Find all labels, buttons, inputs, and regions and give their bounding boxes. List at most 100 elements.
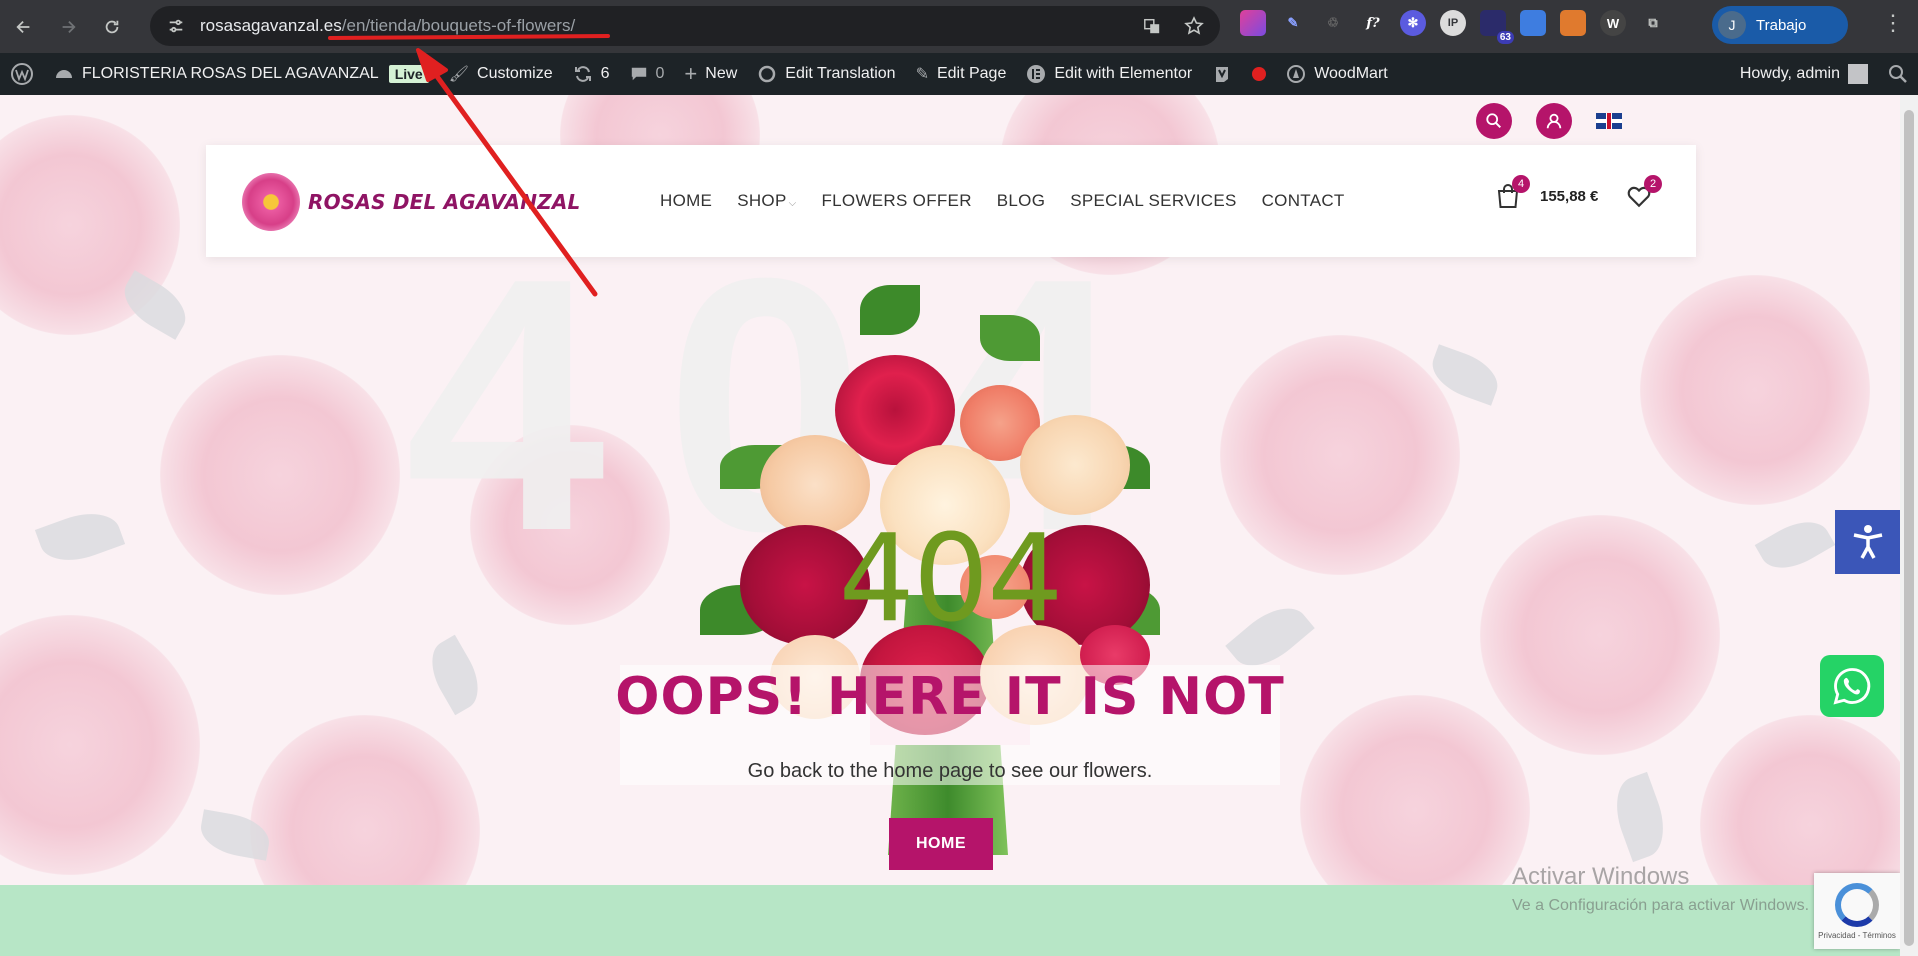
w-extension-icon[interactable]: W	[1600, 10, 1626, 36]
fox-extension-icon[interactable]	[1560, 10, 1586, 36]
error-subtitle: Go back to the home page to see our flow…	[747, 760, 1153, 782]
ip-extension-icon[interactable]: IP	[1440, 10, 1466, 36]
site-info-icon[interactable]	[162, 12, 190, 40]
menu-item-blog[interactable]: BLOG	[997, 191, 1045, 211]
wp-admin-bar: FLORISTERIA ROSAS DEL AGAVANZAL Live 🖌 C…	[0, 53, 1918, 95]
chevron-down-icon: ⌵	[788, 198, 797, 209]
recaptcha-icon	[1835, 882, 1879, 927]
activate-subtitle: Ve a Configuración para activar Windows.	[1512, 897, 1810, 914]
scrollbar-thumb[interactable]	[1904, 110, 1914, 946]
main-menu: HOME SHOP ⌵ FLOWERS OFFER BLOG SPECIAL SE…	[660, 145, 1345, 257]
back-button[interactable]	[4, 7, 44, 47]
wp-edit-translation[interactable]: Edit Translation	[747, 53, 905, 95]
search-icon[interactable]	[1476, 103, 1512, 139]
elementor-icon	[1026, 64, 1046, 84]
account-icon[interactable]	[1536, 103, 1572, 139]
brush-icon: 🖌	[448, 66, 470, 83]
wp-edit-page[interactable]: ✎ Edit Page	[906, 53, 1017, 95]
wp-new-label: New	[705, 65, 738, 82]
cart-count-badge: 4	[1512, 175, 1530, 193]
page-content: 404 ROSAS DEL AGAVANZAL HOME SHOP ⌵ FLOWE…	[0, 95, 1900, 956]
site-logo[interactable]: ROSAS DEL AGAVANZAL	[242, 173, 581, 231]
wishlist-count-badge: 2	[1644, 175, 1662, 193]
wp-search-icon[interactable]	[1878, 53, 1918, 95]
wp-site-name-label: FLORISTERIA ROSAS DEL AGAVANZAL	[82, 65, 379, 82]
menu-item-shop[interactable]: SHOP ⌵	[737, 191, 796, 211]
translate-icon[interactable]	[1138, 12, 1166, 40]
recaptcha-badge[interactable]: Privacidad - Términos	[1814, 873, 1900, 949]
wishlist-heart-icon[interactable]: 2	[1626, 175, 1662, 209]
updates-icon	[573, 64, 593, 84]
wp-customize-label: Customize	[477, 65, 553, 82]
wp-edit-elementor[interactable]: Edit with Elementor	[1016, 53, 1202, 95]
reload-icon	[105, 20, 119, 33]
accessibility-button[interactable]	[1835, 510, 1900, 574]
recycle-extension-icon[interactable]: ♲	[1320, 10, 1346, 36]
browser-menu-icon[interactable]: ⋮	[1882, 10, 1904, 36]
home-button[interactable]: HOME	[889, 818, 993, 870]
yoast-icon[interactable]	[1202, 53, 1242, 95]
profile-button[interactable]: J Trabajo	[1712, 6, 1848, 44]
wp-edit-elementor-label: Edit with Elementor	[1054, 65, 1193, 82]
plus-icon: +	[684, 61, 698, 86]
woodmart-icon	[1286, 64, 1306, 84]
gear-extension-icon[interactable]: ✻	[1400, 10, 1426, 36]
counter-extension-icon[interactable]: 63	[1480, 10, 1514, 44]
arrow-left-icon	[16, 20, 30, 33]
arrow-right-icon	[62, 20, 76, 33]
site-header: ROSAS DEL AGAVANZAL HOME SHOP ⌵ FLOWERS O…	[206, 145, 1696, 257]
recaptcha-terms: Privacidad - Términos	[1818, 930, 1896, 940]
whatsapp-button[interactable]	[1820, 655, 1884, 717]
translation-icon	[757, 64, 777, 84]
shopping-bag-icon: 4	[1496, 175, 1530, 209]
wp-woodmart-label: WoodMart	[1314, 65, 1388, 82]
url-host: rosasagavanzal.es	[200, 16, 342, 35]
accessibility-icon	[1853, 525, 1882, 559]
wp-updates-count: 6	[600, 65, 610, 82]
menu-item-home[interactable]: HOME	[660, 191, 712, 211]
extension-badge: 63	[1496, 31, 1514, 44]
cart-total: 155,88 €	[1540, 187, 1599, 205]
wp-howdy-label: Howdy, admin	[1739, 65, 1840, 82]
wp-comments[interactable]: 0	[620, 53, 675, 95]
top-utility-icons	[1476, 103, 1622, 139]
font-extension-icon[interactable]: f?	[1360, 10, 1386, 36]
admin-avatar	[1848, 64, 1868, 84]
wp-woodmart[interactable]: WoodMart	[1276, 53, 1398, 95]
page-scrollbar[interactable]	[1900, 95, 1918, 956]
comment-icon	[630, 65, 648, 83]
profile-label: Trabajo	[1756, 16, 1807, 34]
puzzle-extensions-icon[interactable]: ⧉	[1640, 10, 1666, 36]
wp-edit-translation-label: Edit Translation	[785, 65, 896, 82]
dashboard-icon	[54, 64, 74, 84]
extension-1-icon[interactable]	[1240, 10, 1266, 36]
bookmark-star-icon[interactable]	[1180, 12, 1208, 40]
wp-new[interactable]: + New	[674, 53, 747, 95]
status-dot-icon[interactable]	[1242, 53, 1276, 95]
wp-account[interactable]: Howdy, admin	[1730, 53, 1878, 95]
error-title: OOPS! HERE IT IS NOT	[615, 667, 1285, 727]
pen-extension-icon[interactable]: ✎	[1280, 10, 1306, 36]
menu-item-contact[interactable]: CONTACT	[1262, 191, 1345, 211]
windows-activation-watermark: Activar Windows Ve a Configuración para …	[1512, 863, 1809, 915]
wp-logo-icon[interactable]	[0, 53, 44, 95]
cart-widget[interactable]: 4 155,88 €	[1496, 175, 1599, 209]
menu-item-shop-label: SHOP	[737, 191, 787, 210]
uk-flag-icon[interactable]	[1596, 113, 1622, 129]
extensions-row: ✎ ♲ f? ✻ IP 63 W ⧉	[1240, 10, 1666, 44]
menu-item-special-services[interactable]: SPECIAL SERVICES	[1070, 191, 1236, 211]
wp-updates[interactable]: 6	[563, 53, 620, 95]
wp-edit-page-label: Edit Page	[936, 65, 1007, 82]
forward-button[interactable]	[48, 7, 88, 47]
logo-text: ROSAS DEL AGAVANZAL	[308, 190, 581, 214]
pencil-icon: ✎	[915, 66, 929, 83]
browser-toolbar: rosasagavanzal.es/en/tienda/bouquets-of-…	[0, 0, 1918, 53]
document-extension-icon[interactable]	[1520, 10, 1546, 36]
reload-button[interactable]	[92, 7, 132, 47]
menu-item-flowers-offer[interactable]: FLOWERS OFFER	[821, 191, 971, 211]
profile-avatar: J	[1718, 11, 1746, 39]
address-bar[interactable]: rosasagavanzal.es/en/tienda/bouquets-of-…	[150, 6, 1220, 46]
wp-customize[interactable]: 🖌 Customize	[439, 53, 563, 95]
rose-logo-icon	[242, 173, 300, 231]
wp-site-name[interactable]: FLORISTERIA ROSAS DEL AGAVANZAL Live	[44, 53, 439, 95]
